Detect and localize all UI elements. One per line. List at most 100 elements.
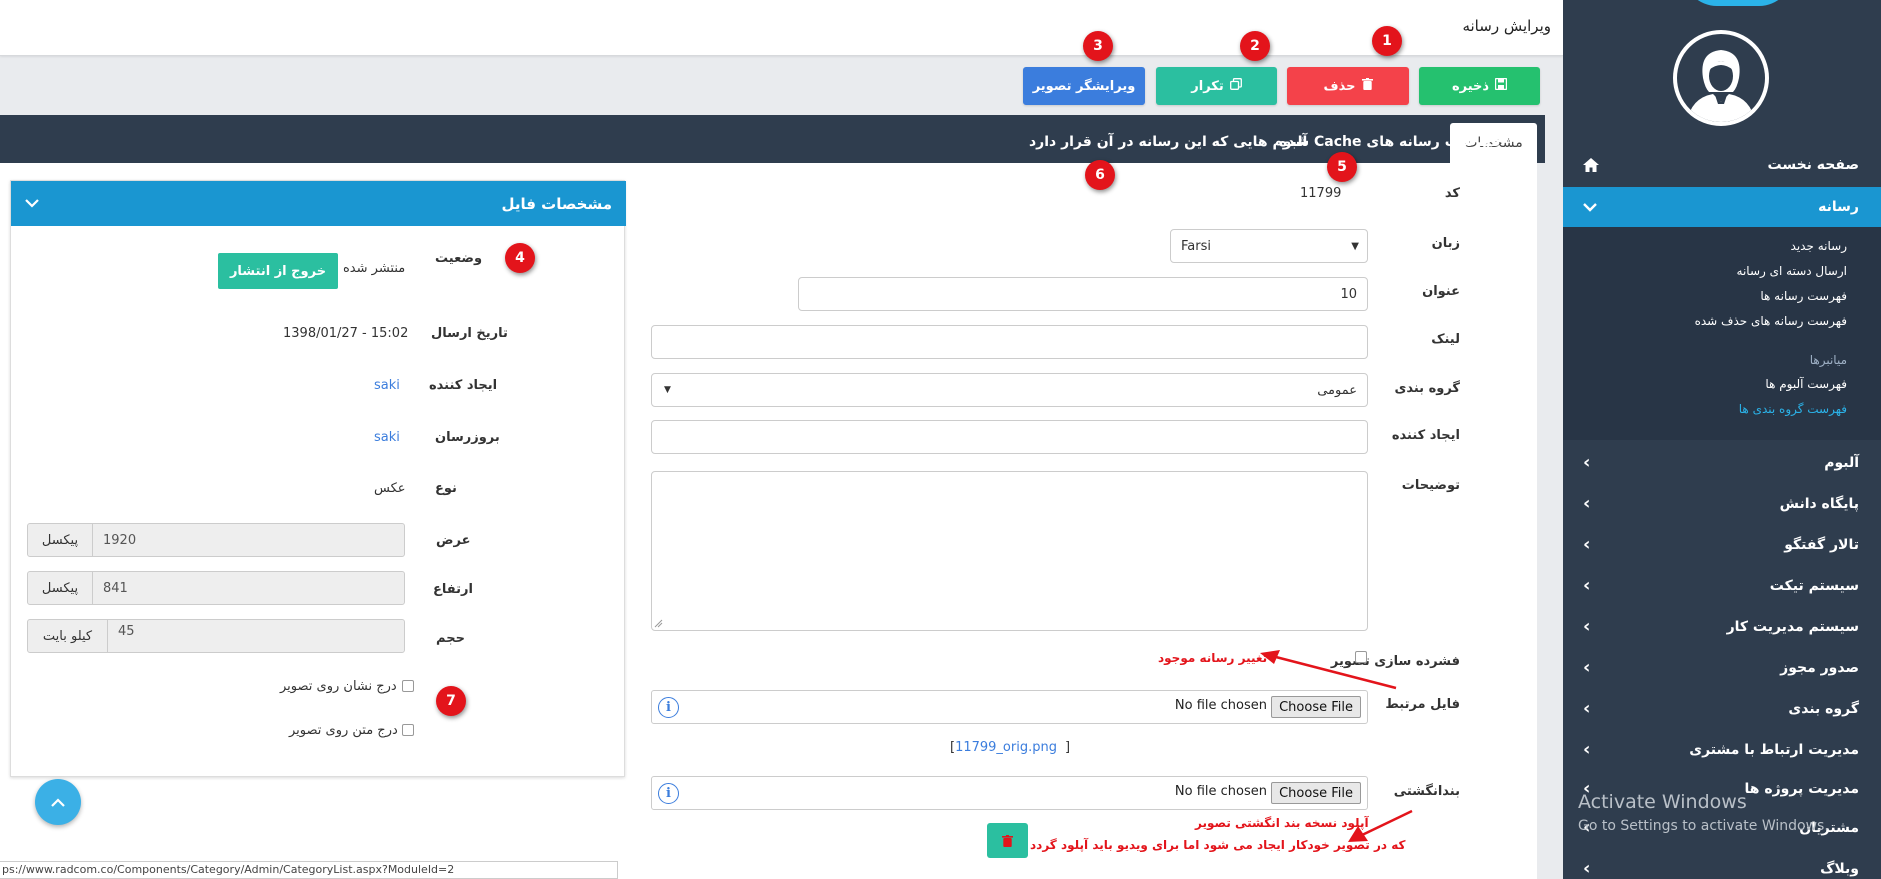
annotation-arrow-icon — [1348, 809, 1413, 842]
width-value: 1920 — [103, 532, 137, 548]
watermark-checkbox[interactable] — [402, 680, 414, 692]
save-button[interactable]: ذخیره — [1419, 67, 1540, 105]
related-file-input[interactable]: Choose File No file chosen i — [651, 690, 1368, 724]
chevron-left-icon: ‹ — [1583, 575, 1591, 596]
submenu-deleted-media[interactable]: فهرست رسانه های حذف شده — [1695, 314, 1847, 328]
width-field: پیکسل 1920 — [27, 523, 405, 557]
creator-input[interactable] — [651, 420, 1368, 454]
submenu-album-list[interactable]: فهرست آلبوم ها — [1765, 377, 1847, 391]
language-select[interactable]: Farsi ▼ — [1170, 229, 1368, 263]
no-file-text: No file chosen — [1174, 784, 1267, 799]
home-icon — [1583, 158, 1599, 172]
submenu-media-list[interactable]: فهرست رسانه ها — [1760, 289, 1847, 303]
sidebar-item-media[interactable]: رسانه — [1563, 187, 1881, 227]
annotation-badge-4: 4 — [505, 243, 535, 273]
file-specs-card-header[interactable]: مشخصات فایل — [11, 181, 626, 226]
sidebar: صفحه نخست رسانه رسانه جدید ارسال دسته ای… — [1563, 0, 1881, 879]
sidebar-item-crm[interactable]: ‹ مدیریت ارتباط با مشتری — [1563, 730, 1881, 770]
duplicate-button-label: تکرار — [1191, 78, 1224, 94]
chevron-down-icon[interactable] — [25, 199, 39, 208]
size-label: حجم — [436, 631, 465, 646]
category-label: گروه بندی — [1394, 381, 1460, 396]
tab-cache-list[interactable]: فهرست رسانه های Cache شده — [1279, 134, 1500, 150]
info-icon[interactable]: i — [658, 697, 679, 718]
annotation-badge-3: 3 — [1083, 31, 1113, 61]
height-value: 841 — [103, 580, 128, 596]
height-field: پیکسل 841 — [27, 571, 405, 605]
sidebar-item-album[interactable]: ‹ آلبوم — [1563, 443, 1881, 483]
file-specs-card: مشخصات فایل وضعیت منتشر شده خروج از انتش… — [10, 180, 626, 777]
submenu-bulk-upload[interactable]: ارسال دسته ای رسانه — [1737, 264, 1847, 278]
info-icon[interactable]: i — [658, 783, 679, 804]
creator-label: ایجاد کننده — [1391, 428, 1460, 443]
copy-icon — [1229, 78, 1242, 94]
chevron-left-icon: ‹ — [1583, 698, 1591, 719]
type-label: نوع — [435, 481, 457, 496]
resize-handle-icon[interactable] — [654, 619, 663, 628]
category-select-value: عمومی — [1317, 382, 1357, 398]
chevron-up-icon — [51, 797, 65, 807]
tab-albums[interactable]: آلبوم هایی که این رسانه در آن قرار دارد — [1029, 134, 1307, 150]
activate-windows-subtitle: Go to Settings to activate Windows. — [1578, 818, 1829, 834]
trash-icon — [1002, 834, 1013, 847]
choose-file-button[interactable]: Choose File — [1271, 782, 1361, 804]
delete-button[interactable]: حذف — [1287, 67, 1409, 105]
related-file-row: فایل مرتبط — [1380, 697, 1460, 717]
chevron-left-icon: ‹ — [1583, 493, 1591, 514]
fingerprint-file-input[interactable]: Choose File No file chosen i — [651, 776, 1368, 810]
language-label: زبان — [1431, 236, 1460, 251]
dropdown-arrow-icon: ▼ — [1351, 241, 1359, 252]
creator-label: ایجاد کننده — [429, 378, 498, 393]
thumb-note-line1: آپلود نسخه بند انگشتی تصویر — [1195, 816, 1369, 830]
annotation-badge-1: 1 — [1372, 26, 1402, 56]
file-specs-card-title: مشخصات فایل — [501, 194, 612, 213]
title-input[interactable]: 10 — [798, 277, 1368, 311]
creator-value[interactable]: saki — [374, 378, 400, 393]
sidebar-item-home[interactable]: صفحه نخست — [1563, 145, 1881, 185]
sidebar-item-label: سیستم مدیریت کار — [1726, 619, 1859, 635]
type-value: عکس — [374, 481, 406, 496]
annotation-badge-7: 7 — [436, 686, 466, 716]
status-value: منتشر شده — [343, 261, 406, 276]
chevron-left-icon: ‹ — [1583, 616, 1591, 637]
category-select[interactable]: عمومی ▼ — [651, 373, 1368, 407]
sidebar-item-label: پایگاه دانش — [1779, 496, 1859, 512]
status-label: وضعیت — [435, 251, 483, 266]
scroll-top-button[interactable] — [35, 779, 81, 825]
submenu-new-media[interactable]: رسانه جدید — [1791, 239, 1847, 253]
sidebar-item-label: تالار گفتگو — [1784, 537, 1859, 553]
duplicate-button[interactable]: تکرار — [1156, 67, 1277, 105]
sidebar-item-ticket[interactable]: ‹ سیستم تیکت — [1563, 566, 1881, 606]
updater-value[interactable]: saki — [374, 430, 400, 445]
browser-status-url: ps://www.radcom.co/Components/Category/A… — [0, 861, 618, 879]
sidebar-item-knowledge-base[interactable]: ‹ پایگاه دانش — [1563, 484, 1881, 524]
delete-button-label: حذف — [1323, 78, 1356, 94]
watermark-label: درج نشان روی تصویر — [280, 679, 397, 694]
orig-file-link[interactable]: 11799_orig.png — [955, 740, 1057, 755]
annotation-badge-5: 5 — [1327, 152, 1357, 182]
description-textarea[interactable] — [651, 471, 1368, 631]
sidebar-item-label: مدیریت پروژه ها — [1744, 781, 1859, 797]
unpublish-button[interactable]: خروج از انتشار — [218, 253, 338, 289]
sidebar-item-blog[interactable]: ‹ وبلاگ — [1563, 849, 1881, 879]
link-label: لینک — [1431, 332, 1460, 347]
chevron-left-icon: ‹ — [1583, 657, 1591, 678]
choose-file-button[interactable]: Choose File — [1271, 696, 1361, 718]
delete-thumb-button[interactable] — [987, 823, 1028, 858]
link-input[interactable] — [651, 325, 1368, 359]
sidebar-item-forum[interactable]: ‹ تالار گفتگو — [1563, 525, 1881, 565]
overlay-text-checkbox[interactable] — [402, 724, 414, 736]
chevron-left-icon: ‹ — [1583, 858, 1591, 879]
sidebar-item-task-management[interactable]: ‹ سیستم مدیریت کار — [1563, 607, 1881, 647]
size-unit: کیلو بایت — [28, 620, 108, 652]
height-unit: پیکسل — [28, 572, 93, 604]
code-value: 11799 — [1300, 186, 1342, 201]
sidebar-item-categories[interactable]: ‹ گروه بندی — [1563, 689, 1881, 729]
submenu-category-list[interactable]: فهرست گروه بندی ها — [1739, 402, 1847, 416]
sidebar-item-licensing[interactable]: ‹ صدور مجوز — [1563, 648, 1881, 688]
image-editor-button[interactable]: ویرایشگر تصویر — [1023, 67, 1145, 105]
code-label: کد — [1444, 186, 1460, 201]
description-row: توضیحات — [1380, 478, 1460, 498]
chevron-left-icon: ‹ — [1583, 739, 1591, 760]
avatar[interactable] — [1673, 30, 1769, 126]
